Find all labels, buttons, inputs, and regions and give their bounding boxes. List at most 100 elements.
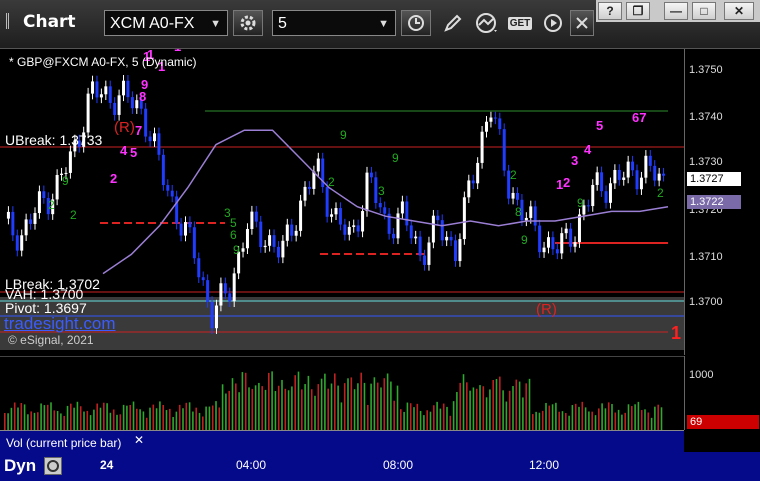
count-marker: 2 xyxy=(110,171,117,186)
volume-bar xyxy=(162,404,164,431)
close-icon[interactable] xyxy=(570,10,594,36)
close-button[interactable]: ✕ xyxy=(724,2,754,20)
clock-icon[interactable] xyxy=(401,10,431,36)
candle-body xyxy=(307,186,311,189)
volume-bar xyxy=(578,406,580,431)
volume-bar xyxy=(386,373,389,431)
close-icon[interactable]: ✕ xyxy=(134,433,144,447)
candle-body xyxy=(259,221,263,248)
volume-bar xyxy=(40,403,42,431)
candle-body xyxy=(347,226,351,235)
candle-body xyxy=(268,235,272,246)
volume-chart[interactable] xyxy=(0,356,684,431)
candle-body xyxy=(117,95,121,115)
volume-bar xyxy=(532,414,534,431)
candle-body xyxy=(423,255,427,265)
price-chart-canvas: 1 1 1 1 9 8 7 4 5 2 5 67 3 4 1 2 9 2 2 3… xyxy=(0,49,684,350)
price-tick: 1.3730 xyxy=(689,156,723,168)
time-axis[interactable]: Dyn 24 04:00 08:00 12:00 xyxy=(0,452,760,481)
candle-body xyxy=(551,237,555,250)
candle-body xyxy=(232,273,236,302)
candle-body xyxy=(263,245,267,248)
minimize-button[interactable]: — xyxy=(664,2,688,20)
candle-body xyxy=(55,174,59,200)
symbol-combobox[interactable]: XCM A0-FX ▼ xyxy=(104,10,228,36)
price-chart[interactable]: 1 1 1 1 9 8 7 4 5 2 5 67 3 4 1 2 9 2 2 3… xyxy=(0,49,684,350)
candle-body xyxy=(161,154,165,186)
candle-body xyxy=(276,246,280,258)
count-marker: 2 xyxy=(328,175,335,189)
brand-link[interactable]: tradesight.com xyxy=(4,314,116,334)
count-marker: 67 xyxy=(632,110,646,125)
volume-bar xyxy=(7,413,9,431)
grip-icon[interactable] xyxy=(6,13,19,29)
volume-bar xyxy=(327,388,329,431)
candle-body xyxy=(179,223,183,236)
volume-bar xyxy=(472,387,475,431)
count-marker: 9 xyxy=(340,128,347,142)
interval-value: 5 xyxy=(278,15,287,32)
volume-bar xyxy=(244,372,247,431)
chevron-down-icon[interactable]: ▼ xyxy=(378,11,389,37)
volume-bar xyxy=(621,414,623,431)
time-settings-icon[interactable] xyxy=(44,457,62,475)
volume-bar xyxy=(429,411,432,431)
close-glyph: ✕ xyxy=(733,4,745,18)
candle-body xyxy=(113,102,117,115)
copyright-text: © eSignal, 2021 xyxy=(8,333,94,347)
volume-bar xyxy=(594,415,597,431)
restore-button[interactable]: ❐ xyxy=(626,2,650,20)
chevron-down-icon[interactable]: ▼ xyxy=(210,11,221,37)
count-marker: 3 xyxy=(571,153,578,168)
volume-bar xyxy=(93,409,95,431)
help-button[interactable]: ? xyxy=(598,2,622,20)
volume-bar xyxy=(644,409,646,431)
candle-body xyxy=(626,161,630,178)
candle-body xyxy=(135,100,139,109)
maximize-button[interactable]: □ xyxy=(692,2,716,20)
line-chart-icon[interactable] xyxy=(472,10,502,36)
volume-bar xyxy=(383,378,386,431)
candle-body xyxy=(485,121,489,132)
candle-body xyxy=(604,191,608,203)
volume-axis: 1000 69 xyxy=(684,356,760,430)
volume-bar xyxy=(46,404,49,431)
volume-bar xyxy=(581,401,584,431)
interval-combobox[interactable]: 5 ▼ xyxy=(272,10,396,36)
gear-icon[interactable] xyxy=(233,10,263,36)
volume-bar xyxy=(185,402,188,431)
volume-bar xyxy=(202,416,204,431)
volume-bar xyxy=(640,410,643,431)
candle-body xyxy=(122,80,126,96)
candle-body xyxy=(374,177,378,204)
price-tick: 1.3750 xyxy=(689,64,723,76)
last-price-badge: 1.3727 xyxy=(687,172,741,186)
candle-body xyxy=(405,201,409,226)
get-button[interactable]: GET xyxy=(506,10,534,36)
play-icon[interactable] xyxy=(538,10,568,36)
candle-body xyxy=(214,305,218,329)
volume-bar xyxy=(617,409,620,431)
candle-body xyxy=(586,205,590,207)
volume-bar xyxy=(53,410,56,431)
candle-body xyxy=(303,186,307,201)
volume-bar xyxy=(70,403,72,431)
candle-body xyxy=(245,228,249,249)
volume-bar xyxy=(449,415,452,431)
maximize-glyph: □ xyxy=(700,4,708,18)
candle-body xyxy=(68,151,72,173)
volume-bar xyxy=(231,378,234,431)
price-axis[interactable]: 1.3750 1.3740 1.3730 1.3720 1.3710 1.370… xyxy=(684,49,760,355)
volume-bar xyxy=(416,403,419,431)
candle-body xyxy=(294,230,298,236)
volume-bar xyxy=(350,377,353,431)
volume-bar xyxy=(211,405,214,431)
volume-bar xyxy=(145,417,148,431)
count-marker: 4 xyxy=(120,143,128,158)
volume-bar xyxy=(251,388,254,431)
volume-bar xyxy=(142,411,145,431)
candle-body xyxy=(206,280,210,302)
candle-body xyxy=(104,86,108,95)
symbol-value: XCM A0-FX xyxy=(110,15,195,32)
pencil-icon[interactable] xyxy=(438,10,468,36)
